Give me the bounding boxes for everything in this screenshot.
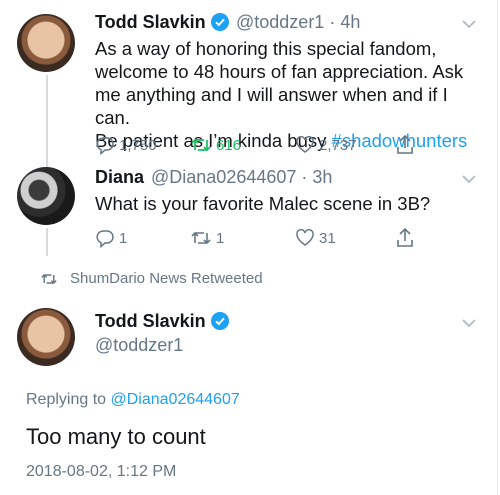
like-button[interactable]: 31	[295, 226, 336, 250]
chevron-down-icon[interactable]	[461, 171, 477, 187]
tweet-timestamp: 2018-08-02, 1:12 PM	[26, 463, 177, 480]
tweet-text: Too many to count	[26, 424, 206, 449]
like-button[interactable]: 2,737	[295, 133, 357, 157]
like-count: 2,737	[319, 136, 357, 154]
author-name[interactable]: Todd Slavkin	[95, 311, 206, 332]
share-button[interactable]	[395, 133, 415, 157]
retweeted-by-label: ShumDario News Retweeted	[70, 270, 263, 287]
heart-icon	[296, 229, 314, 246]
retweeted-by-note[interactable]: ShumDario News Retweeted	[40, 270, 263, 287]
reply-count: 1,750	[119, 136, 157, 154]
author-handle[interactable]: @Diana02644607 · 3h	[151, 167, 332, 188]
mention-link[interactable]: @Diana02644607	[111, 391, 240, 408]
retweet-button[interactable]: 1	[190, 226, 224, 250]
like-count: 31	[319, 229, 336, 247]
chevron-down-icon[interactable]	[461, 16, 477, 32]
thread-line	[46, 228, 48, 256]
retweet-count: 616	[216, 136, 242, 154]
avatar-diana[interactable]	[17, 167, 75, 225]
reply-button[interactable]: 1,750	[95, 133, 157, 157]
thread-line	[46, 75, 48, 168]
retweet-count: 1	[216, 229, 225, 247]
retweet-button[interactable]: 616	[190, 133, 241, 157]
reply-count: 1	[119, 229, 128, 247]
reply-icon	[96, 230, 114, 248]
author-name[interactable]: Diana	[95, 167, 144, 188]
replying-to: Replying to @Diana02644607	[26, 391, 240, 408]
verified-badge-icon	[211, 312, 229, 330]
chevron-down-icon[interactable]	[461, 315, 477, 331]
avatar-todd[interactable]	[17, 308, 75, 366]
retweet-icon	[41, 273, 57, 284]
tweet-text: What is your favorite Malec scene in 3B?	[95, 193, 431, 214]
share-button[interactable]	[395, 226, 415, 250]
author-name[interactable]: Todd Slavkin	[95, 12, 206, 33]
verified-badge-icon	[211, 13, 229, 31]
avatar-todd[interactable]	[17, 14, 75, 72]
retweet-icon	[191, 231, 211, 245]
author-handle[interactable]: @toddzer1	[95, 335, 183, 356]
tweet-actions: 1 1 31	[95, 226, 425, 250]
share-icon	[397, 134, 413, 154]
reply-button[interactable]: 1	[95, 226, 127, 250]
reply-icon	[96, 137, 114, 155]
right-divider	[497, 0, 498, 495]
share-icon	[397, 227, 413, 247]
tweet-actions: 1,750 616 2,737	[95, 133, 425, 157]
author-handle[interactable]: @toddzer1 · 4h	[236, 12, 360, 33]
heart-icon	[296, 136, 314, 153]
retweet-icon	[191, 138, 211, 152]
